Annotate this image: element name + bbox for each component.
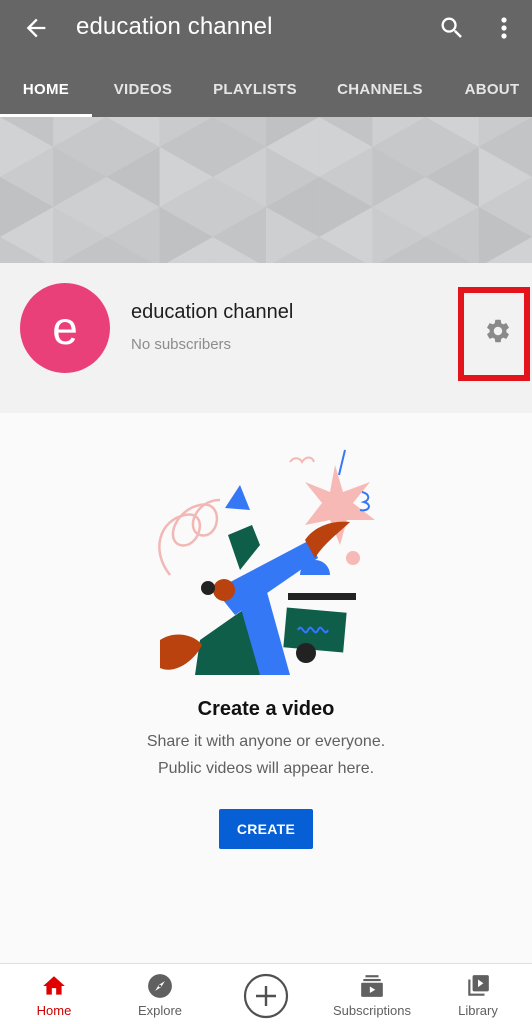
nav-explore[interactable]: Explore [128, 964, 192, 1024]
home-icon [43, 976, 65, 995]
arrow-left-icon [26, 18, 46, 38]
banner-pattern [0, 117, 532, 263]
channel-tabs: HOME VIDEOS PLAYLISTS CHANNELS ABOUT [0, 62, 532, 117]
nav-label: Library [458, 1003, 498, 1018]
compass-icon [148, 974, 172, 998]
nav-library[interactable]: Library [448, 964, 508, 1024]
nav-home[interactable]: Home [24, 964, 84, 1024]
subscriber-count: No subscribers [131, 336, 232, 353]
tab-home[interactable]: HOME [0, 62, 92, 117]
tab-playlists[interactable]: PLAYLISTS [205, 62, 305, 117]
avatar[interactable]: e [20, 283, 110, 373]
settings-highlight [458, 287, 530, 381]
tab-channels[interactable]: CHANNELS [328, 62, 432, 117]
plus-circle-icon [243, 973, 289, 1019]
nav-label: Home [36, 1003, 72, 1018]
settings-button[interactable] [484, 317, 512, 345]
nav-subscriptions[interactable]: Subscriptions [330, 964, 414, 1024]
gear-icon [487, 319, 509, 343]
create-video-illustration [158, 449, 375, 675]
bottom-navigation: Home Explore Subscriptions Library [0, 963, 532, 1024]
channel-info: e education channel No subscribers [0, 263, 532, 413]
subscriptions-icon [361, 975, 383, 997]
toolbar: education channel [0, 0, 532, 58]
nav-label: Subscriptions [332, 1003, 412, 1018]
channel-banner [0, 117, 532, 263]
more-vertical-icon [501, 17, 507, 39]
top-app-bar: education channel HOME VIDEOS PLAYLISTS … [0, 0, 532, 117]
empty-state: Create a video Share it with anyone or e… [0, 413, 532, 963]
library-icon [468, 975, 489, 996]
create-button[interactable]: CREATE [219, 809, 313, 849]
channel-name: education channel [131, 301, 294, 323]
empty-state-title: Create a video [197, 698, 335, 720]
empty-state-line-1: Share it with anyone or everyone. [146, 733, 386, 750]
nav-create[interactable] [243, 973, 289, 1019]
search-icon [441, 17, 462, 38]
search-button[interactable] [438, 14, 466, 42]
more-options-button[interactable] [492, 14, 516, 42]
nav-label: Explore [137, 1003, 183, 1018]
page-title: education channel [76, 13, 273, 40]
tab-about[interactable]: ABOUT [452, 62, 532, 117]
back-button[interactable] [22, 14, 50, 42]
youtube-channel-screen: education channel HOME VIDEOS PLAYLISTS … [0, 0, 532, 1024]
tab-videos[interactable]: VIDEOS [98, 62, 188, 117]
empty-state-line-2: Public videos will appear here. [157, 760, 375, 777]
